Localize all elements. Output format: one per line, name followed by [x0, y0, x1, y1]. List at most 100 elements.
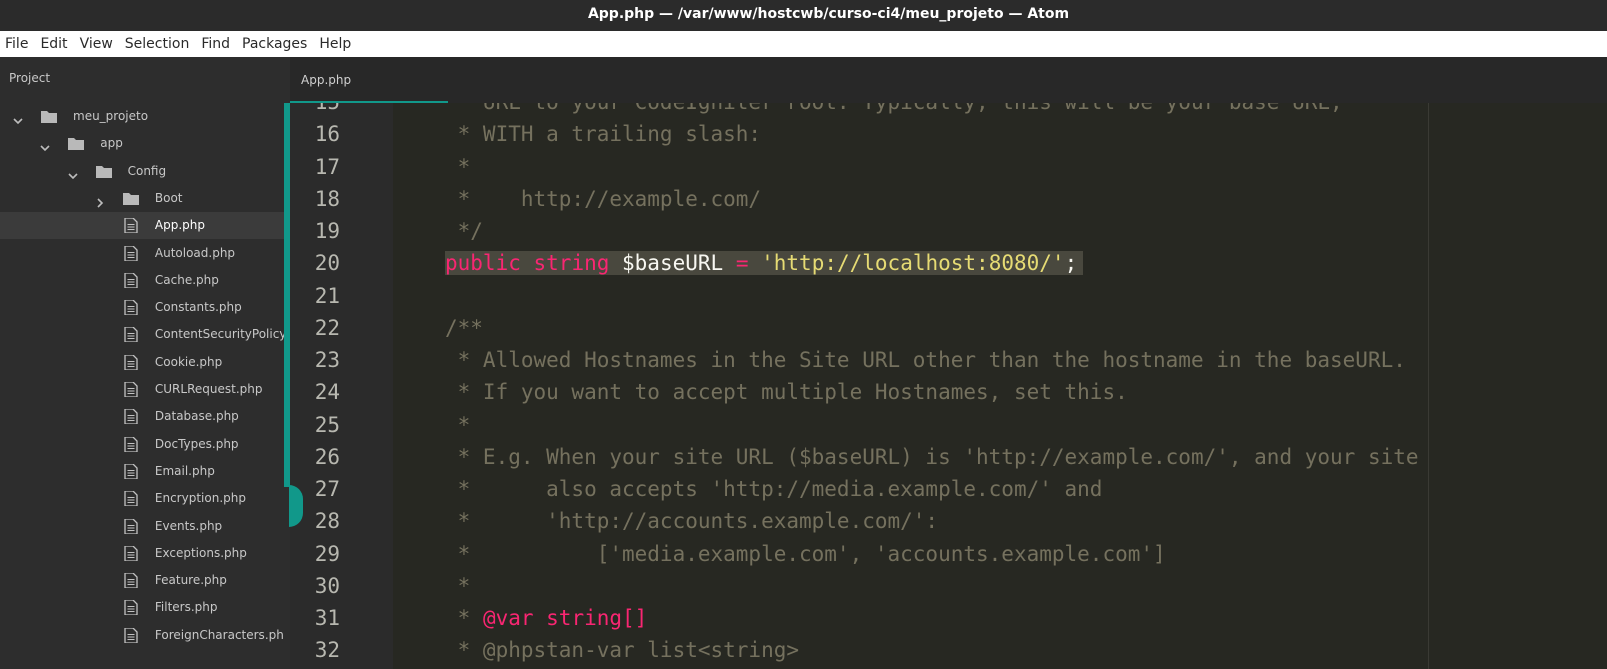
tab-app-php[interactable]: App.php — [290, 57, 448, 103]
chevron-right-icon[interactable] — [95, 193, 105, 208]
tree-item-label: ForeignCharacters.php — [154, 627, 290, 642]
tree-file[interactable]: Events.php — [0, 513, 290, 540]
tree-file[interactable]: Exceptions.php — [0, 540, 290, 567]
file-text-icon — [123, 572, 139, 589]
code-line[interactable]: * If you want to accept multiple Hostnam… — [445, 380, 1128, 404]
chevron-down-icon[interactable] — [40, 138, 50, 152]
code-line[interactable]: * http://example.com/ — [445, 187, 761, 211]
code-line[interactable]: * @var string[] — [445, 606, 648, 630]
tree-file[interactable]: Email.php — [0, 458, 290, 485]
line-number: 20 — [314, 251, 340, 276]
code-line[interactable]: * @phpstan-var list<string> — [445, 638, 799, 662]
code-line[interactable]: * E.g. When your site URL ($baseURL) is … — [445, 445, 1419, 469]
tree-file[interactable]: CURLRequest.php — [0, 376, 290, 403]
code-line[interactable]: * — [445, 412, 471, 437]
code-token: = — [735, 251, 749, 276]
chevron-down-icon[interactable] — [68, 166, 78, 179]
menu-view[interactable]: View — [74, 31, 119, 57]
tree-item-label: App.php — [154, 218, 205, 233]
code-token: $baseURL — [609, 251, 736, 276]
code-line[interactable]: * — [445, 574, 471, 598]
tree-file[interactable]: DocTypes.php — [0, 431, 290, 458]
tree-item-label: Constants.php — [154, 300, 242, 315]
menu-help[interactable]: Help — [313, 31, 357, 57]
code-token: string — [533, 251, 610, 276]
line-number: 22 — [314, 315, 340, 340]
tree-file[interactable]: Filters.php — [0, 594, 290, 621]
file-text-icon — [123, 244, 139, 262]
code-line-cursor[interactable]: public string $baseURL = 'http://localho… — [445, 251, 1084, 276]
file-text-icon — [123, 435, 139, 453]
code-token: * @phpstan-var list<string> — [445, 638, 800, 663]
tree-file[interactable]: Cache.php — [0, 267, 290, 294]
tab-bar: App.php — [290, 57, 1607, 103]
line-number: 16 — [314, 122, 340, 147]
tree-file[interactable]: ContentSecurityPolicy.php — [0, 321, 290, 348]
line-number: 18 — [314, 186, 340, 211]
tab-label: App.php — [301, 73, 352, 87]
code-line[interactable]: * — [445, 154, 471, 179]
file-text-icon — [123, 463, 139, 480]
menu-selection[interactable]: Selection — [119, 31, 196, 57]
code-token: */ — [445, 219, 483, 243]
tree-file[interactable]: Autoload.php — [0, 240, 290, 267]
line-number: 28 — [314, 509, 340, 534]
file-text-icon — [123, 517, 139, 535]
line-number: 24 — [314, 380, 340, 405]
folder-icon — [122, 191, 139, 206]
code-line[interactable]: * URL to your CodeIgniter root. Typicall… — [445, 103, 1343, 114]
code-editor[interactable]: * URL to your CodeIgniter root. Typicall… — [393, 103, 1607, 669]
code-line[interactable]: /** — [445, 316, 483, 340]
tree-file[interactable]: App.php — [0, 212, 290, 240]
tree-item-label: Feature.php — [154, 573, 227, 588]
code-line[interactable]: * Allowed Hostnames in the Site URL othe… — [445, 348, 1406, 372]
line-number: 23 — [314, 348, 340, 372]
tree-file[interactable]: Feature.php — [0, 567, 290, 594]
tree-item-label: Exceptions.php — [154, 545, 247, 560]
window-titlebar: App.php — /var/www/hostcwb/curso-ci4/meu… — [0, 0, 1607, 31]
code-line[interactable]: * ['media.example.com', 'accounts.exampl… — [445, 542, 1166, 566]
folder-icon — [41, 109, 57, 124]
tree-file[interactable]: Encryption.php — [0, 485, 290, 512]
code-token: * — [445, 412, 471, 437]
code-line[interactable]: * 'http://accounts.example.com/': — [445, 509, 938, 533]
tree-item-label: DocTypes.php — [154, 436, 239, 451]
code-token: * — [445, 606, 483, 630]
menu-find[interactable]: Find — [195, 31, 236, 57]
tree-folder[interactable]: Config — [0, 158, 290, 185]
tree-folder[interactable]: app — [0, 130, 290, 157]
file-text-icon — [123, 354, 139, 371]
menu-edit[interactable]: Edit — [34, 31, 73, 57]
code-line[interactable]: */ — [445, 219, 483, 243]
code-token: * E.g. When your site URL ($baseURL) is … — [445, 444, 1419, 469]
code-token: * — [445, 154, 471, 179]
menu-file[interactable]: File — [0, 31, 34, 57]
tree-item-label: Config — [127, 163, 167, 178]
line-number: 17 — [314, 154, 340, 179]
tree-item-label: Database.php — [154, 409, 239, 424]
code-token: * also accepts 'http://media.example.com… — [445, 477, 1103, 501]
tree-item-label: Boot — [154, 190, 183, 205]
tree-folder[interactable]: Boot — [0, 185, 290, 212]
code-token: public — [445, 251, 521, 276]
tree-file[interactable]: Cookie.php — [0, 349, 290, 376]
code-line[interactable]: * WITH a trailing slash: — [445, 122, 761, 146]
file-text-icon — [123, 490, 139, 507]
tree-folder[interactable]: meu_projeto — [0, 103, 290, 130]
tree-file[interactable]: Database.php — [0, 403, 290, 430]
line-number: 30 — [314, 573, 340, 598]
code-token: /** — [445, 315, 483, 340]
project-panel-title: Project — [9, 71, 51, 85]
chevron-down-icon[interactable] — [13, 111, 23, 125]
tree-item-label: ContentSecurityPolicy.php — [154, 327, 290, 342]
file-text-icon — [123, 326, 139, 344]
file-text-icon — [123, 599, 139, 617]
tree-item-label: Encryption.php — [154, 491, 246, 506]
line-number: 29 — [314, 541, 340, 566]
tree-file[interactable]: ForeignCharacters.php — [0, 622, 290, 649]
tree-file[interactable]: Constants.php — [0, 294, 290, 321]
menu-packages[interactable]: Packages — [236, 31, 313, 57]
line-number: 15 — [315, 103, 340, 114]
code-line[interactable]: * also accepts 'http://media.example.com… — [445, 477, 1103, 501]
tree-item-label: Cookie.php — [154, 354, 223, 369]
